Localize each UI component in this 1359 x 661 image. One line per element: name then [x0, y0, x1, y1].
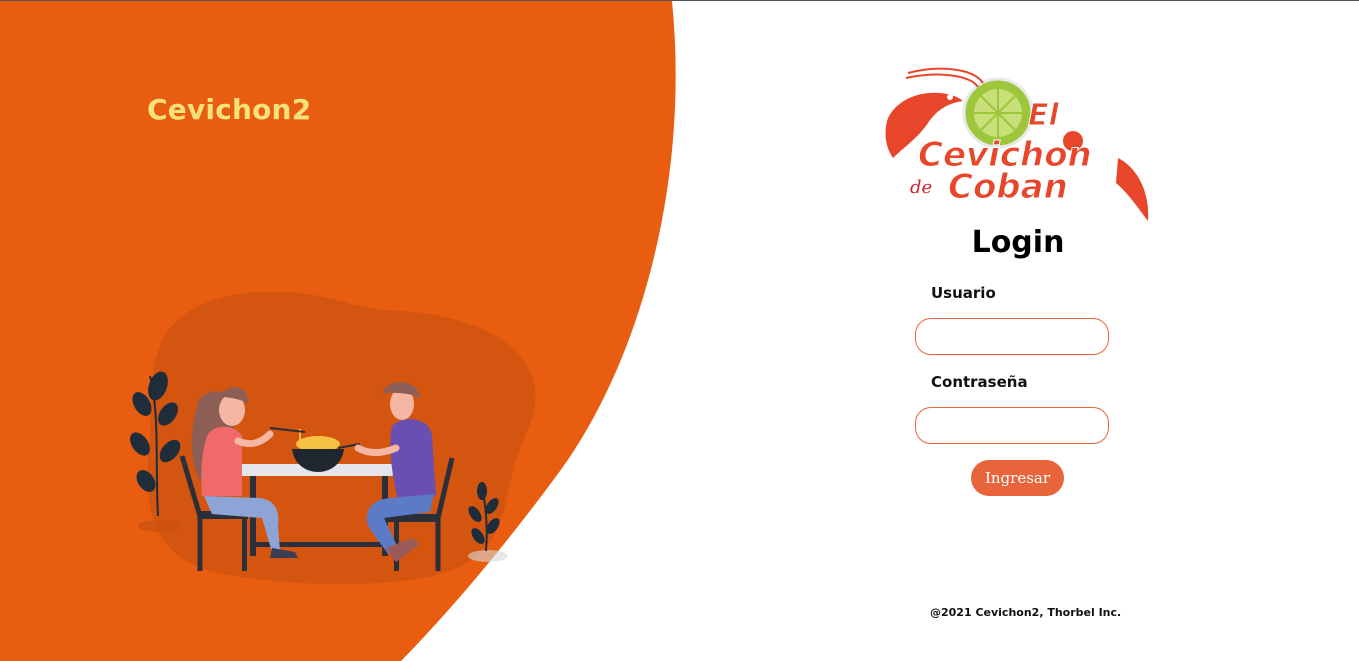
- password-input[interactable]: [915, 407, 1109, 444]
- logo-text-el: El: [1028, 98, 1059, 133]
- login-page: Cevichon2 El Cevichon de Coban Login Usu…: [0, 0, 1359, 661]
- logo-text-de: de: [910, 177, 932, 198]
- brand-title: Cevichon2: [147, 93, 312, 126]
- login-title: Login: [971, 225, 1065, 260]
- login-submit-button[interactable]: Ingresar: [971, 460, 1064, 496]
- username-label: Usuario: [931, 284, 996, 302]
- restaurant-logo: El Cevichon de Coban: [885, 67, 1149, 221]
- password-label: Contraseña: [931, 373, 1028, 391]
- logo-text-coban: Coban: [948, 167, 1068, 207]
- dining-couple-illustration: [130, 291, 536, 585]
- username-input[interactable]: [915, 318, 1109, 355]
- left-hero-panel: Cevichon2: [0, 1, 690, 661]
- footer-copyright: @2021 Cevichon2, Thorbel Inc.: [930, 606, 1122, 619]
